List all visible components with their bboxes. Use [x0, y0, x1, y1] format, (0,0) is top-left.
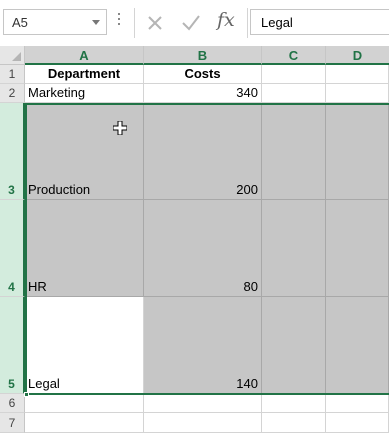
- cell-a5-value: Legal: [28, 376, 60, 391]
- cell-a3[interactable]: Production: [25, 103, 144, 200]
- cell-b3-value: 200: [236, 182, 258, 197]
- cell-b4-value: 80: [243, 279, 258, 294]
- formula-value: Legal: [261, 15, 293, 30]
- insert-function-button[interactable]: fx: [217, 9, 235, 31]
- cell-select-cross-icon: [113, 121, 127, 135]
- grip-icon[interactable]: [117, 13, 121, 29]
- cell-b4[interactable]: 80: [144, 200, 262, 297]
- row-header-7[interactable]: 7: [0, 413, 25, 433]
- row-number: 7: [8, 416, 16, 430]
- select-all-icon: [12, 52, 21, 61]
- cell-a5-active[interactable]: Legal: [25, 297, 144, 394]
- select-all-button[interactable]: [0, 46, 25, 65]
- cell-d6[interactable]: [326, 394, 389, 413]
- cell-d3[interactable]: [326, 103, 389, 200]
- cell-a6[interactable]: [25, 394, 144, 413]
- cell-b3[interactable]: 200: [144, 103, 262, 200]
- row-header-4[interactable]: 4: [0, 200, 25, 297]
- cell-a2[interactable]: Marketing: [25, 84, 144, 103]
- cell-a4-value: HR: [28, 279, 47, 294]
- cell-c4[interactable]: [262, 200, 326, 297]
- row-number: 6: [8, 396, 16, 410]
- row-number: 2: [8, 86, 16, 100]
- cell-a2-value: Marketing: [28, 85, 86, 100]
- cell-b1-value: Costs: [184, 66, 221, 81]
- row-number: 5: [8, 377, 15, 391]
- cell-a7[interactable]: [25, 413, 144, 433]
- cell-d4[interactable]: [326, 200, 389, 297]
- row-number: 1: [8, 67, 16, 81]
- cell-a4[interactable]: HR: [25, 200, 144, 297]
- cell-c3[interactable]: [262, 103, 326, 200]
- column-header-b[interactable]: B: [144, 46, 262, 65]
- cell-a1-value: Department: [47, 66, 121, 81]
- check-icon: [182, 15, 200, 31]
- enter-button[interactable]: [177, 10, 205, 36]
- fill-handle[interactable]: [24, 392, 29, 397]
- cell-a1[interactable]: Department: [25, 65, 144, 84]
- row-header-2[interactable]: 2: [0, 84, 25, 103]
- formula-divider: [134, 8, 135, 38]
- chevron-down-icon[interactable]: [92, 20, 100, 25]
- cell-d7[interactable]: [326, 413, 389, 433]
- row-header-3[interactable]: 3: [0, 103, 25, 200]
- cell-d2[interactable]: [326, 84, 389, 103]
- cell-c2[interactable]: [262, 84, 326, 103]
- row-header-6[interactable]: 6: [0, 394, 25, 413]
- cell-b2-value: 340: [236, 85, 258, 100]
- cell-b5[interactable]: 140: [144, 297, 262, 394]
- close-icon: [148, 16, 162, 30]
- column-header-a[interactable]: A: [25, 46, 144, 65]
- cell-c7[interactable]: [262, 413, 326, 433]
- row-header-1[interactable]: 1: [0, 65, 25, 84]
- row-number: 4: [8, 280, 15, 294]
- cell-d5[interactable]: [326, 297, 389, 394]
- cancel-button[interactable]: [141, 10, 169, 36]
- cell-b6[interactable]: [144, 394, 262, 413]
- cell-b1[interactable]: Costs: [144, 65, 262, 84]
- formula-divider: [247, 8, 248, 38]
- formula-input[interactable]: Legal: [250, 9, 389, 35]
- cell-c5[interactable]: [262, 297, 326, 394]
- row-number: 3: [8, 183, 15, 197]
- cell-b7[interactable]: [144, 413, 262, 433]
- row-header-5[interactable]: 5: [0, 297, 25, 394]
- cell-b5-value: 140: [236, 376, 258, 391]
- cell-a3-value: Production: [28, 182, 91, 197]
- cell-c6[interactable]: [262, 394, 326, 413]
- name-box[interactable]: A5: [3, 9, 107, 35]
- cell-c1[interactable]: [262, 65, 326, 84]
- column-header-c[interactable]: C: [262, 46, 326, 65]
- cell-d1[interactable]: [326, 65, 389, 84]
- name-box-value: A5: [12, 15, 28, 30]
- column-header-d[interactable]: D: [326, 46, 389, 65]
- cell-b2[interactable]: 340: [144, 84, 262, 103]
- formula-bar: A5 fx Legal: [0, 0, 389, 46]
- spreadsheet-grid: A B C D 1 2 3 4 5 6 7 Department Costs M…: [0, 46, 389, 433]
